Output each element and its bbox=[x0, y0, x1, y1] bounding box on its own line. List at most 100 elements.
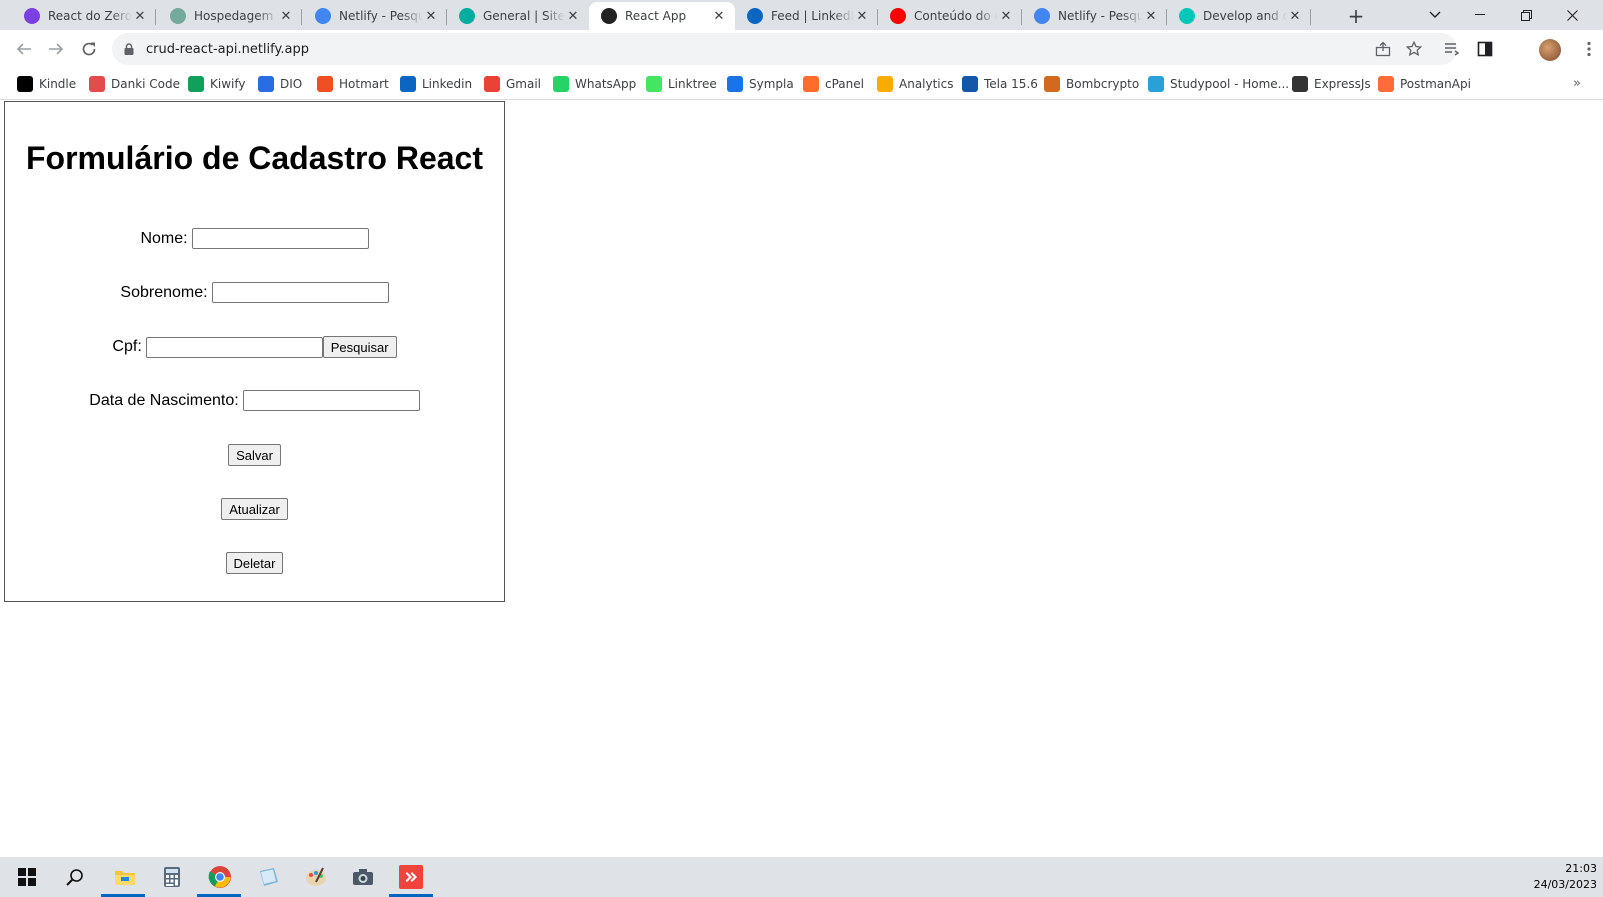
bookmark-label: Bombcrypto bbox=[1066, 77, 1140, 91]
close-tab-icon[interactable]: ✕ bbox=[1143, 8, 1159, 24]
bookmark-label: WhatsApp bbox=[575, 77, 637, 91]
bookmark-item[interactable]: PostmanApi bbox=[1378, 74, 1471, 94]
bookmark-item[interactable]: WhatsApp bbox=[553, 74, 636, 94]
gmail-icon bbox=[484, 76, 500, 92]
anydesk-icon[interactable] bbox=[397, 863, 425, 891]
new-tab-button[interactable]: + bbox=[1344, 4, 1368, 28]
bookmarks-overflow-chevron-icon[interactable]: » bbox=[1573, 76, 1581, 91]
browser-tab[interactable]: Netlify - Pesqu ✕ bbox=[303, 2, 447, 30]
bookmark-item[interactable]: Kindle bbox=[17, 74, 76, 94]
browser-tab[interactable]: Netlify - Pesqu ✕ bbox=[1022, 2, 1167, 30]
linkedin-icon bbox=[400, 76, 416, 92]
reload-icon[interactable] bbox=[74, 34, 104, 64]
bookmark-item[interactable]: Bombcrypto bbox=[1044, 74, 1139, 94]
sobrenome-input[interactable] bbox=[211, 282, 389, 303]
file-explorer-icon[interactable] bbox=[111, 863, 139, 891]
windows-start-icon[interactable] bbox=[13, 863, 41, 891]
tab-title: General | Site se bbox=[483, 9, 565, 23]
pesquisar-button[interactable]: Pesquisar bbox=[322, 336, 397, 358]
browser-tab[interactable]: Develop and de✕ bbox=[1167, 2, 1311, 30]
browser-tab[interactable]: Conteúdo do c ✕ bbox=[878, 2, 1022, 30]
bookmark-item[interactable]: Gmail bbox=[484, 74, 541, 94]
hotmart-flame-icon bbox=[317, 76, 333, 92]
close-tab-icon[interactable]: ✕ bbox=[278, 8, 294, 24]
bookmark-item[interactable]: DIO bbox=[258, 74, 302, 94]
share-icon[interactable] bbox=[1368, 34, 1398, 64]
forward-arrow-icon[interactable] bbox=[41, 34, 71, 64]
bookmark-item[interactable]: ExpressJs bbox=[1292, 74, 1371, 94]
browser-tab[interactable]: React do Zero a✕ bbox=[12, 2, 156, 30]
close-tab-icon[interactable]: ✕ bbox=[1287, 8, 1303, 24]
url-text[interactable]: crud-react-api.netlify.app bbox=[146, 42, 309, 57]
bookmarks-bar: » Kindle Danki Code Kiwify DIO Hotmart Linked… bbox=[0, 68, 1603, 100]
lock-icon[interactable] bbox=[122, 42, 136, 56]
bookmark-item[interactable]: Sympla bbox=[727, 74, 794, 94]
bookmark-label: Danki Code bbox=[111, 77, 181, 91]
close-window-button[interactable] bbox=[1549, 0, 1595, 30]
system-clock[interactable]: 21:03 24/03/2023 bbox=[1534, 861, 1597, 893]
registration-form: Formulário de Cadastro React Nome: Sobre… bbox=[4, 101, 505, 602]
atualizar-button[interactable]: Atualizar bbox=[221, 498, 288, 520]
restore-button[interactable] bbox=[1503, 0, 1549, 30]
page-viewport: Formulário de Cadastro React Nome: Sobre… bbox=[0, 101, 1603, 857]
cpf-input[interactable] bbox=[145, 336, 323, 358]
bookmark-item[interactable]: Tela 15.6 bbox=[962, 74, 1038, 94]
bookmark-item[interactable]: Kiwify bbox=[188, 74, 245, 94]
profile-avatar[interactable] bbox=[1539, 39, 1561, 61]
nascimento-label: Data de Nascimento: bbox=[89, 391, 239, 409]
analytics-icon bbox=[877, 76, 893, 92]
bookmark-label: DIO bbox=[280, 77, 303, 91]
bookmark-label: Kiwify bbox=[210, 77, 246, 91]
google-g-icon bbox=[315, 8, 331, 24]
calculator-icon[interactable] bbox=[158, 863, 186, 891]
chrome-icon[interactable] bbox=[206, 863, 234, 891]
browser-tab[interactable]: Hospedagem e ✕ bbox=[158, 2, 302, 30]
close-tab-icon[interactable]: ✕ bbox=[423, 8, 439, 24]
tab-search-chevron-icon[interactable] bbox=[1412, 0, 1458, 30]
reading-list-icon[interactable] bbox=[1437, 34, 1467, 64]
bookmark-label: PostmanApi bbox=[1400, 77, 1471, 91]
purple-circle-icon bbox=[24, 8, 40, 24]
nascimento-input[interactable] bbox=[242, 390, 420, 411]
bookmark-item[interactable]: Analytics bbox=[877, 74, 954, 94]
salvar-button[interactable]: Salvar bbox=[228, 444, 281, 466]
bookmark-item[interactable]: Danki Code bbox=[89, 74, 180, 94]
paint-icon[interactable] bbox=[302, 863, 330, 891]
kindle-icon bbox=[17, 76, 33, 92]
close-tab-icon[interactable]: ✕ bbox=[132, 8, 148, 24]
camera-icon[interactable] bbox=[349, 863, 377, 891]
bookmark-item[interactable]: Linktree bbox=[646, 74, 717, 94]
address-bar[interactable]: crud-react-api.netlify.app bbox=[112, 33, 1457, 65]
search-icon[interactable] bbox=[61, 863, 89, 891]
tab-title: Hospedagem e bbox=[194, 9, 278, 23]
form-title: Formulário de Cadastro React bbox=[26, 140, 483, 176]
cpanel-icon bbox=[803, 76, 819, 92]
browser-tab[interactable]: General | Site se✕ bbox=[447, 2, 589, 30]
nome-input[interactable] bbox=[191, 228, 369, 249]
bookmark-item[interactable]: Hotmart bbox=[317, 74, 389, 94]
back-arrow-icon[interactable] bbox=[9, 34, 39, 64]
browser-tab[interactable]: Feed | LinkedIn ✕ bbox=[735, 2, 878, 30]
bookmark-item[interactable]: Studypool - Home... bbox=[1148, 74, 1289, 94]
close-tab-icon[interactable]: ✕ bbox=[998, 8, 1014, 24]
close-tab-icon[interactable]: ✕ bbox=[711, 8, 727, 24]
bookmark-star-icon[interactable] bbox=[1399, 34, 1429, 64]
bookmark-label: Kindle bbox=[39, 77, 77, 91]
nascimento-row: Data de Nascimento: bbox=[5, 390, 504, 411]
notepad-icon[interactable] bbox=[254, 863, 282, 891]
deletar-button[interactable]: Deletar bbox=[225, 552, 284, 574]
bookmark-item[interactable]: Linkedin bbox=[400, 74, 472, 94]
atualizar-row: Atualizar bbox=[5, 498, 504, 520]
nome-label: Nome: bbox=[140, 229, 188, 247]
close-tab-icon[interactable]: ✕ bbox=[565, 8, 581, 24]
google-g-icon bbox=[1034, 8, 1050, 24]
chrome-menu-icon[interactable] bbox=[1574, 34, 1603, 64]
minimize-button[interactable] bbox=[1457, 0, 1503, 30]
bookmark-item[interactable]: cPanel bbox=[803, 74, 864, 94]
browser-tab[interactable]: React App ✕ bbox=[589, 2, 735, 30]
openai-icon bbox=[170, 8, 186, 24]
close-tab-icon[interactable]: ✕ bbox=[854, 8, 870, 24]
netlify-plus-icon bbox=[1179, 8, 1195, 24]
bookmark-label: Studypool - Home... bbox=[1170, 77, 1290, 91]
side-panel-icon[interactable] bbox=[1470, 34, 1500, 64]
